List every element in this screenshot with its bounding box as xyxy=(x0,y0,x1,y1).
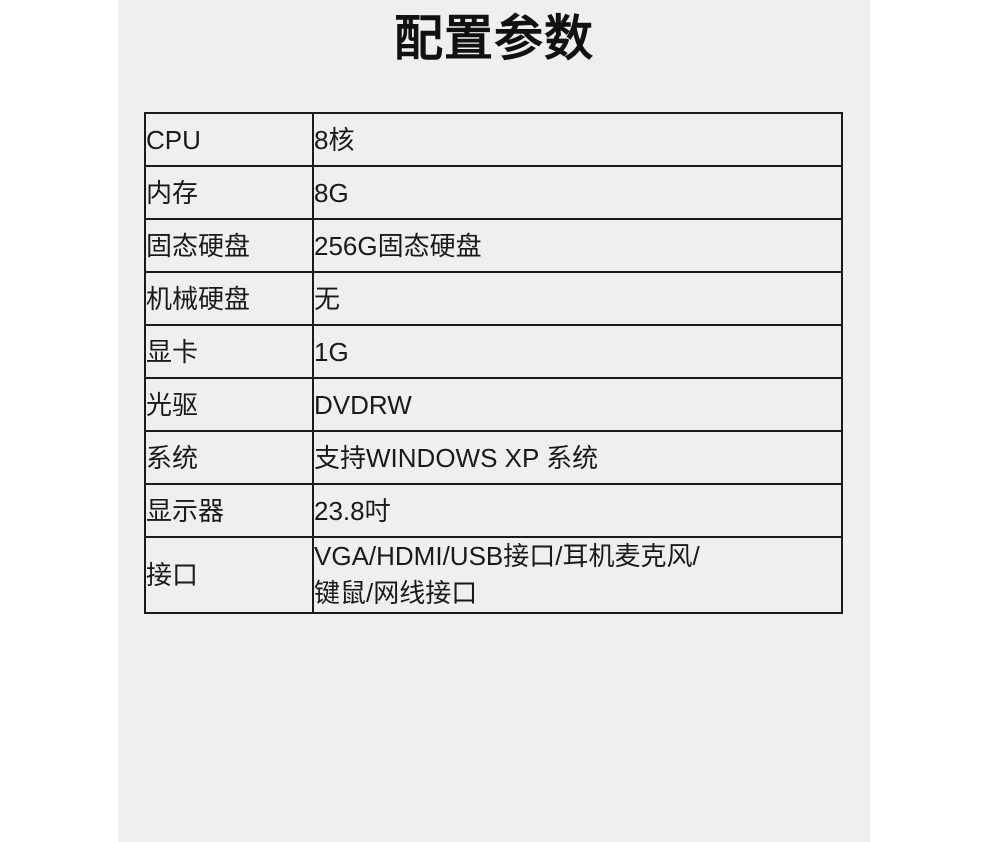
table-row: CPU 8核 xyxy=(144,112,843,167)
spec-value-optical-drive: DVDRW xyxy=(312,377,843,432)
spec-key-ssd: 固态硬盘 xyxy=(144,218,314,273)
spec-value-line: 1G xyxy=(314,336,349,367)
spec-value-gpu: 1G xyxy=(312,324,843,379)
spec-value-cpu: 8核 xyxy=(312,112,843,167)
content-panel: 配置参数 CPU 8核 内存 8G 固态硬盘 256G固态硬盘 机械硬盘 无 显… xyxy=(118,0,870,842)
spec-key-monitor: 显示器 xyxy=(144,483,314,538)
spec-value-ssd: 256G固态硬盘 xyxy=(312,218,843,273)
table-row: 显卡 1G xyxy=(144,324,843,379)
spec-key-optical-drive: 光驱 xyxy=(144,377,314,432)
spec-value-hdd: 无 xyxy=(312,271,843,326)
spec-value-line: DVDRW xyxy=(314,389,412,420)
page-title: 配置参数 xyxy=(393,12,594,66)
table-row: 接口 VGA/HDMI/USB接口/耳机麦克风/ 键鼠/网线接口 xyxy=(144,536,843,614)
table-row: 内存 8G xyxy=(144,165,843,220)
spec-value-line: 256G固态硬盘 xyxy=(314,230,482,261)
spec-key-ports: 接口 xyxy=(144,536,314,614)
table-row: 显示器 23.8吋 xyxy=(144,483,843,538)
spec-value-os: 支持WINDOWS XP 系统 xyxy=(312,430,843,485)
spec-key-cpu: CPU xyxy=(144,112,314,167)
spec-key-gpu: 显卡 xyxy=(144,324,314,379)
spec-value-line: 23.8吋 xyxy=(314,495,391,526)
spec-key-hdd: 机械硬盘 xyxy=(144,271,314,326)
spec-value-line: 支持WINDOWS XP 系统 xyxy=(314,442,599,473)
spec-value-monitor: 23.8吋 xyxy=(312,483,843,538)
table-row: 固态硬盘 256G固态硬盘 xyxy=(144,218,843,273)
table-row: 系统 支持WINDOWS XP 系统 xyxy=(144,430,843,485)
spec-value-line: 无 xyxy=(314,283,341,314)
specification-table: CPU 8核 内存 8G 固态硬盘 256G固态硬盘 机械硬盘 无 显卡 1G … xyxy=(144,112,843,614)
spec-table-body: CPU 8核 内存 8G 固态硬盘 256G固态硬盘 机械硬盘 无 显卡 1G … xyxy=(144,112,843,614)
spec-value-memory: 8G xyxy=(312,165,843,220)
spec-value-line: 8核 xyxy=(314,124,355,155)
spec-value-line: 键鼠/网线接口 xyxy=(314,578,478,608)
spec-value-ports: VGA/HDMI/USB接口/耳机麦克风/ 键鼠/网线接口 xyxy=(312,536,843,614)
spec-key-memory: 内存 xyxy=(144,165,314,220)
spec-sheet-page: 配置参数 CPU 8核 内存 8G 固态硬盘 256G固态硬盘 机械硬盘 无 显… xyxy=(0,0,1000,842)
table-row: 机械硬盘 无 xyxy=(144,271,843,326)
spec-value-line: VGA/HDMI/USB接口/耳机麦克风/ xyxy=(314,541,700,571)
spec-value-line: 8G xyxy=(314,177,349,208)
table-row: 光驱 DVDRW xyxy=(144,377,843,432)
spec-key-os: 系统 xyxy=(144,430,314,485)
